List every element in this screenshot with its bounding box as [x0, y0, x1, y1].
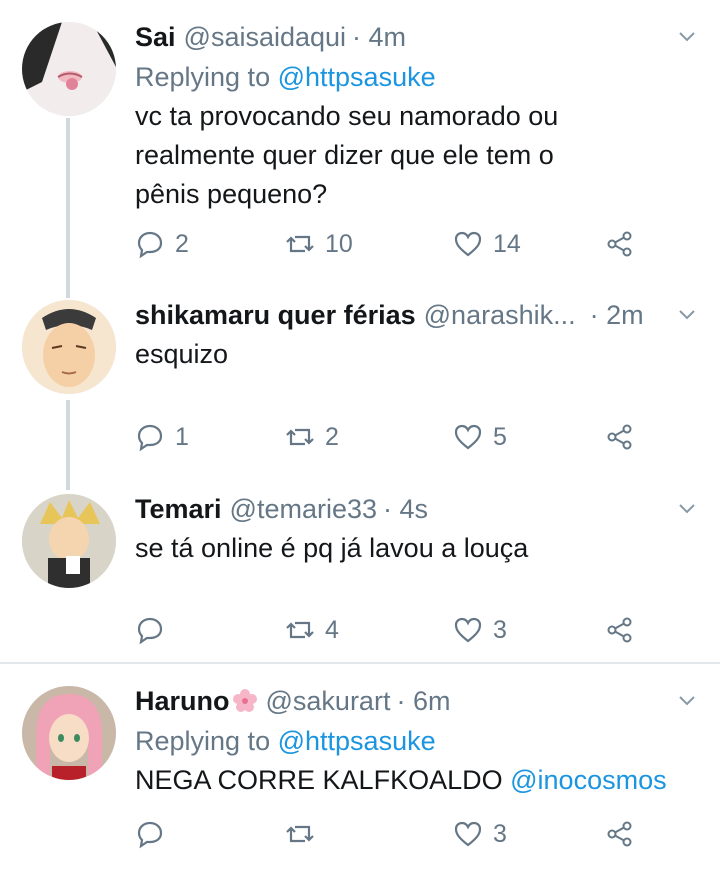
- retweet-icon: [286, 621, 314, 639]
- tweet-text: esquizo: [135, 339, 229, 369]
- reply-icon: [137, 821, 163, 849]
- tweet-shikamaru[interactable]: shikamaru quer férias @narashik... · 2m …: [0, 292, 720, 482]
- replying-to: Replying to @httpsasuke: [135, 60, 700, 94]
- like-button[interactable]: 14: [453, 226, 521, 262]
- tweet-text-line: pênis pequeno?: [135, 179, 328, 209]
- reply-button[interactable]: 1: [135, 419, 189, 455]
- avatar[interactable]: [22, 686, 116, 780]
- timestamp[interactable]: · 2m: [590, 298, 644, 332]
- share-icon: [607, 231, 632, 257]
- handle[interactable]: @narashik...: [424, 298, 576, 332]
- timestamp[interactable]: · 6m: [396, 684, 450, 718]
- like-button[interactable]: 3: [453, 612, 507, 648]
- handle[interactable]: @temarie33: [230, 492, 377, 526]
- mention-link[interactable]: @httpsasuke: [278, 726, 436, 756]
- replying-prefix: Replying to: [135, 726, 271, 756]
- like-icon: [454, 617, 482, 643]
- tweet-text-body: NEGA CORRE KALFKOALDO: [135, 765, 503, 795]
- share-icon: [607, 821, 632, 847]
- display-name[interactable]: Temari: [135, 492, 222, 526]
- retweet-button[interactable]: [285, 816, 315, 852]
- reply-icon: [137, 424, 163, 452]
- tweet-header: Haruno @sakurart · 6m: [135, 684, 700, 718]
- avatar[interactable]: [22, 22, 116, 116]
- retweet-button[interactable]: 10: [285, 226, 353, 262]
- chevron-down-icon[interactable]: [678, 692, 696, 710]
- reply-button[interactable]: 2: [135, 226, 189, 262]
- timestamp[interactable]: · 4s: [383, 492, 428, 526]
- display-name[interactable]: Haruno: [135, 684, 230, 718]
- share-button[interactable]: [605, 816, 635, 852]
- like-icon: [454, 821, 482, 847]
- tweet-temari[interactable]: Temari @temarie33 · 4s se tá online é pq…: [0, 484, 720, 664]
- retweet-icon: [286, 235, 314, 253]
- tweet-header: Temari @temarie33 · 4s: [135, 492, 700, 526]
- tweet-text: vc ta provocando seu namorado ou realmen…: [135, 97, 700, 214]
- handle[interactable]: @saisaidaqui: [184, 20, 347, 54]
- tweet-text-line: realmente quer dizer que ele tem o: [135, 140, 554, 170]
- tweet-text: NEGA CORRE KALFKOALDO @inocosmos: [135, 761, 700, 800]
- share-icon: [607, 424, 632, 450]
- retweet-button[interactable]: 4: [285, 612, 339, 648]
- avatar[interactable]: [22, 300, 116, 394]
- reply-button[interactable]: [135, 612, 165, 648]
- tweet-sai[interactable]: Sai @saisaidaqui · 4m Replying to @https…: [0, 0, 720, 290]
- tweet-header: Sai @saisaidaqui · 4m: [135, 20, 700, 54]
- handle[interactable]: @sakurart: [266, 684, 391, 718]
- tweet-text-line: vc ta provocando seu namorado ou: [135, 101, 559, 131]
- reply-icon: [137, 231, 163, 259]
- like-count: 3: [493, 615, 507, 644]
- tweet-haruno[interactable]: Haruno @sakurart · 6m Replying to @https…: [0, 666, 720, 874]
- tweet-header: shikamaru quer férias @narashik... · 2m: [135, 298, 700, 332]
- reply-count: 1: [175, 422, 189, 451]
- mention-link[interactable]: @httpsasuke: [278, 62, 436, 92]
- share-button[interactable]: [605, 612, 635, 648]
- mention-link[interactable]: @inocosmos: [510, 765, 666, 795]
- like-button[interactable]: 3: [453, 816, 507, 852]
- like-icon: [454, 424, 482, 450]
- cherry-blossom-icon: [232, 689, 257, 712]
- display-name[interactable]: shikamaru quer férias: [135, 298, 416, 332]
- share-button[interactable]: [605, 419, 635, 455]
- reply-icon: [137, 617, 163, 645]
- replying-prefix: Replying to: [135, 62, 271, 92]
- share-button[interactable]: [605, 226, 635, 262]
- like-count: 5: [493, 422, 507, 451]
- retweet-button[interactable]: 2: [285, 419, 339, 455]
- like-count: 3: [493, 819, 507, 848]
- reply-count: 2: [175, 229, 189, 258]
- timestamp[interactable]: · 4m: [352, 20, 406, 54]
- reply-button[interactable]: [135, 816, 165, 852]
- tweet-text: se tá online é pq já lavou a louça: [135, 533, 529, 563]
- retweet-count: 10: [325, 229, 353, 258]
- like-icon: [454, 231, 482, 257]
- avatar[interactable]: [22, 494, 116, 588]
- chevron-down-icon[interactable]: [678, 306, 696, 324]
- chevron-down-icon[interactable]: [678, 28, 696, 46]
- retweet-count: 2: [325, 422, 339, 451]
- replying-to: Replying to @httpsasuke: [135, 724, 700, 758]
- retweet-icon: [286, 428, 314, 446]
- retweet-count: 4: [325, 615, 339, 644]
- retweet-icon: [286, 825, 314, 843]
- share-icon: [607, 617, 632, 643]
- chevron-down-icon[interactable]: [678, 500, 696, 518]
- like-button[interactable]: 5: [453, 419, 507, 455]
- like-count: 14: [493, 229, 521, 258]
- divider: [0, 662, 720, 664]
- display-name[interactable]: Sai: [135, 20, 176, 54]
